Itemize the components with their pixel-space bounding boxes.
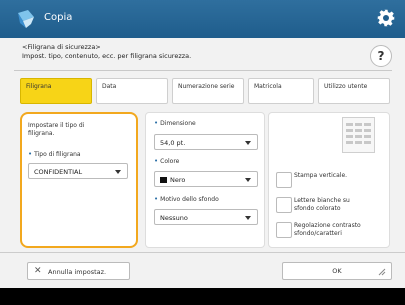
help-button[interactable]: ? [370,45,392,67]
tab-utilizzo-utente[interactable]: Utilizzo utente [318,78,390,104]
tab-numerazione-serie[interactable]: Numerazione serie [172,78,244,104]
color-label: • Colore [154,157,180,165]
background-select[interactable]: Nessuno [154,209,258,225]
white-letters-button[interactable] [276,197,292,213]
bottom-bar [0,288,405,305]
white-letters-label: Lettere bianche su sfondo colorato [294,197,350,212]
chevron-down-icon [115,170,121,174]
watermark-style-panel: • Dimensione 54,0 pt. • Colore Nero • Motiv… [145,112,265,248]
background-label: • Motivo dello sfondo [154,195,219,203]
resize-corner-icon [378,268,386,276]
close-icon: ✕ [34,266,42,276]
title-bar: Copia [0,0,405,38]
watermark-type-panel: Impostare il tipo di filigrana. • Tipo di… [20,112,138,248]
chevron-down-icon [245,141,251,145]
panel-heading: Impostare il tipo di filigrana. [28,122,85,137]
contrast-adjust-label: Regolazione contrasto sfondo/caratteri [294,222,361,237]
app-title: Copia [44,12,73,23]
cancel-settings-button[interactable]: ✕ Annulla impostaz. [27,262,130,280]
contrast-adjust-button[interactable] [276,222,292,238]
ok-button[interactable]: OK [282,262,392,280]
section-title: <Filigrana di sicurezza> [22,43,101,51]
copy-app-icon [18,10,34,28]
divider [0,252,405,253]
chevron-down-icon [245,178,251,182]
vertical-print-label: Stampa verticale. [294,172,348,179]
color-swatch [160,177,167,183]
tab-matricola[interactable]: Matricola [248,78,314,104]
watermark-type-select[interactable]: CONFIDENTIAL [28,163,128,179]
color-select[interactable]: Nero [154,171,258,187]
type-label: • Tipo di filigrana [28,150,81,158]
divider [14,70,392,71]
tab-data[interactable]: Data [96,78,168,104]
main-content: <Filigrana di sicurezza> Impost. tipo, c… [0,38,405,288]
tab-filigrana[interactable]: Filigrana [20,78,92,104]
size-label: • Dimensione [154,119,196,127]
size-select[interactable]: 54,0 pt. [154,134,258,150]
chevron-down-icon [245,216,251,220]
section-description: Impost. tipo, contenuto, ecc. per filigr… [22,52,192,60]
help-icon: ? [377,49,385,63]
watermark-preview-icon [342,117,375,153]
vertical-print-button[interactable] [276,172,292,188]
gear-icon[interactable] [377,9,395,27]
